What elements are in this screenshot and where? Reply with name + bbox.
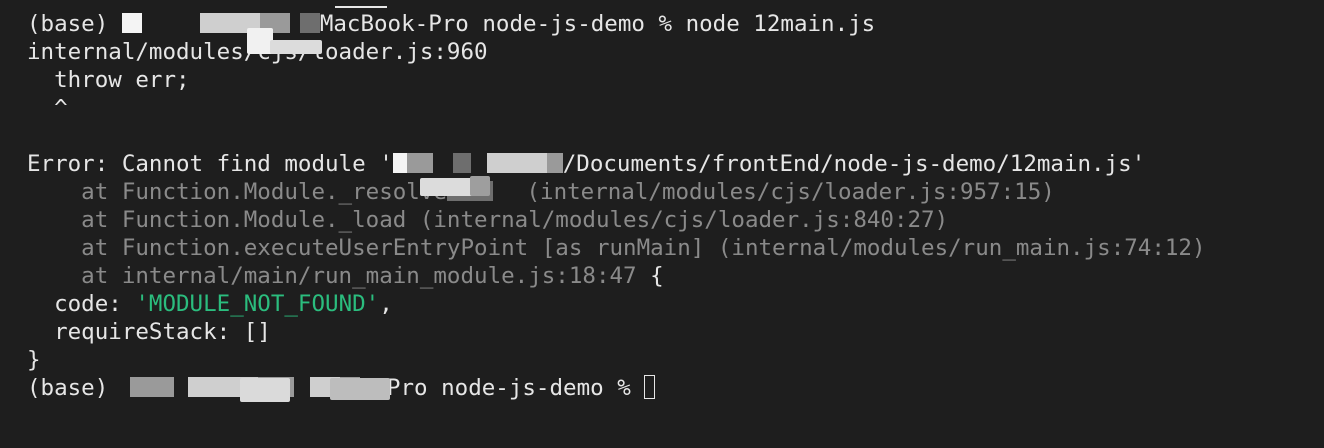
prompt-path-text: k-Pro node-js-demo % [359, 375, 645, 401]
stack-frame-location: (internal/modules/cjs/loader.js:957:15) [512, 179, 1055, 205]
error-message-path: /Documents/frontEnd/node-js-demo/12main.… [562, 151, 1146, 177]
prompt-line-command: (base) MacBook-Pro node-js-demo % node 1… [27, 10, 1324, 38]
error-caret-line: ^ [27, 95, 68, 121]
redacted-hostname [129, 377, 174, 397]
error-throw-line: throw err; [27, 67, 190, 93]
error-code-comma: , [379, 291, 393, 317]
require-stack-line: requireStack: [] [27, 319, 271, 345]
redacted-username [121, 13, 142, 33]
stack-frame-line: at Function.Module._resolve (internal/mo… [27, 178, 1324, 206]
redaction-blob [330, 378, 390, 400]
stack-frame-line: at Function.executeUserEntryPoint [as ru… [27, 235, 1206, 261]
terminal-window[interactable]: (base) MacBook-Pro node-js-demo % node 1… [0, 0, 1324, 448]
error-code-line: code: 'MODULE_NOT_FOUND', [27, 290, 1324, 318]
error-message-line: Error: Cannot find module ' /Documents/fr… [27, 150, 1324, 178]
error-code-key: code: [27, 291, 136, 317]
stack-frame-line: at Function.Module._load (internal/modul… [27, 207, 949, 233]
object-open-brace: { [636, 263, 664, 289]
redaction-blob [240, 378, 290, 402]
stack-frame-text: at internal/main/run_main_module.js:18:4… [27, 263, 637, 289]
redaction-blob [270, 40, 322, 54]
redacted-path [392, 153, 407, 173]
error-code-value: 'MODULE_NOT_FOUND' [135, 291, 380, 317]
redaction-overline [335, 6, 387, 8]
error-source-line: internal/modules/cjs/loader.js:960 [27, 38, 1324, 66]
redaction-blob [470, 176, 490, 196]
prompt-line-current[interactable]: (base) k-Pro node-js-demo % [27, 374, 1324, 402]
prompt-prefix: (base) [27, 11, 122, 37]
error-message-prefix: Error: Cannot find module ' [27, 151, 393, 177]
prompt-command-text: MacBook-Pro node-js-demo % node 12main.j… [319, 11, 876, 37]
stack-frame-line: at internal/main/run_main_module.js:18:4… [27, 262, 1324, 290]
stack-frame-text: at Function.Module._resolve [27, 179, 447, 205]
terminal-cursor[interactable] [644, 374, 656, 399]
object-close-brace: } [27, 347, 41, 373]
prompt-prefix: (base) [27, 375, 122, 401]
